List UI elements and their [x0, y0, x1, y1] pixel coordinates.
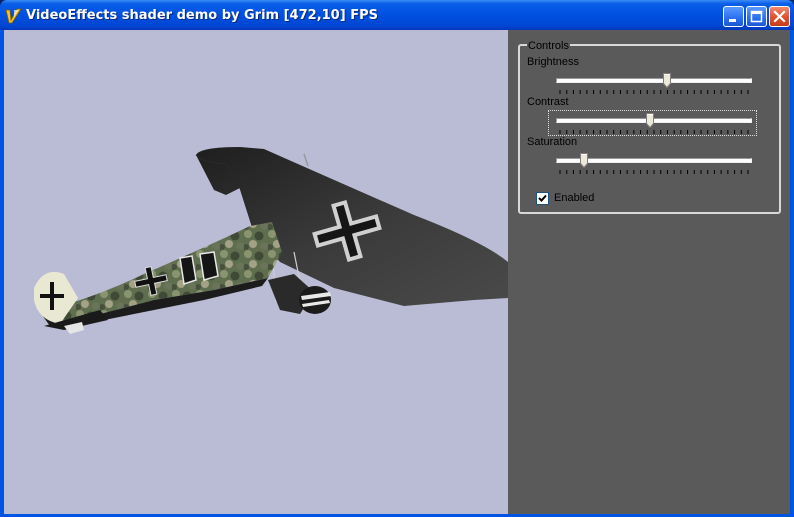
window-frame-right — [790, 30, 794, 517]
minimize-icon — [729, 19, 736, 22]
close-button[interactable] — [769, 6, 790, 27]
biplane-render — [34, 147, 508, 334]
contrast-slider[interactable] — [548, 110, 757, 136]
saturation-slider[interactable] — [550, 152, 755, 174]
close-icon — [773, 10, 786, 23]
slider-thumb[interactable] — [646, 113, 655, 128]
enabled-label[interactable]: Enabled — [554, 192, 594, 205]
slider-ticks — [559, 170, 749, 174]
minimize-button[interactable] — [723, 6, 744, 27]
contrast-label: Contrast — [527, 96, 569, 108]
title-bar[interactable]: VideoEffects shader demo by Grim [472,10… — [0, 0, 794, 30]
brightness-label: Brightness — [527, 56, 579, 68]
slider-ticks — [559, 130, 749, 134]
controls-groupbox: Controls Brightness Contrast Saturation … — [518, 40, 781, 214]
app-window: VideoEffects shader demo by Grim [472,10… — [0, 0, 794, 517]
slider-track — [556, 78, 752, 83]
window-title: VideoEffects shader demo by Grim [472,10… — [26, 8, 378, 23]
saturation-label: Saturation — [527, 136, 578, 148]
maximize-icon — [750, 10, 763, 23]
slider-thumb[interactable] — [663, 73, 672, 88]
maximize-button[interactable] — [746, 6, 767, 27]
brightness-slider[interactable] — [550, 72, 755, 94]
slider-ticks — [559, 90, 749, 94]
controls-panel: Controls Brightness Contrast Saturation … — [508, 30, 790, 514]
delphi-app-icon — [5, 8, 22, 24]
slider-thumb[interactable] — [580, 153, 589, 168]
checkmark-icon — [538, 194, 547, 202]
controls-group-label: Controls — [527, 40, 570, 52]
render-viewport[interactable] — [4, 30, 508, 514]
enabled-checkbox[interactable] — [536, 192, 549, 205]
